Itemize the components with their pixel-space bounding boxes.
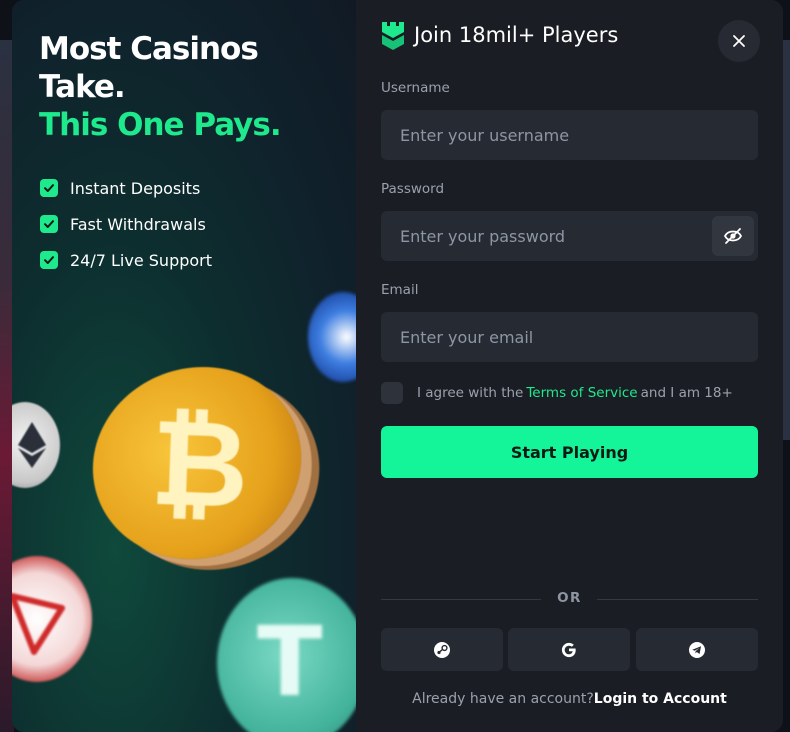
password-label: Password <box>381 181 445 197</box>
email-label: Email <box>381 282 419 298</box>
feature-item: Instant Deposits <box>40 170 212 206</box>
close-button[interactable] <box>718 20 760 62</box>
checkmark-icon <box>40 179 58 197</box>
or-divider: OR <box>381 590 758 608</box>
email-input[interactable] <box>381 312 758 362</box>
signup-header: Join 18mil+ Players <box>380 20 618 50</box>
password-input[interactable] <box>381 211 758 261</box>
agree-prefix: I agree with the <box>417 385 524 401</box>
feature-label: Fast Withdrawals <box>70 214 206 234</box>
headline-line-1: Most Casinos <box>39 31 259 67</box>
tether-symbol: T <box>257 606 323 718</box>
login-footer: Already have an account?Login to Account <box>356 691 783 707</box>
agree-suffix: and I am 18+ <box>640 385 733 401</box>
ethereum-coin-icon <box>12 402 60 488</box>
close-icon <box>733 35 745 47</box>
toggle-password-visibility-button[interactable] <box>712 216 754 256</box>
bitcoin-symbol: ₿ <box>148 393 251 536</box>
terms-of-service-link[interactable]: Terms of Service <box>526 385 637 401</box>
promo-panel: Most Casinos Take. This One Pays. Instan… <box>12 0 356 732</box>
feature-list: Instant Deposits Fast Withdrawals 24/7 L… <box>40 170 212 278</box>
username-label: Username <box>381 80 450 96</box>
headline-line-3: This One Pays. <box>39 107 282 143</box>
login-to-account-link[interactable]: Login to Account <box>594 691 727 707</box>
username-input[interactable] <box>381 110 758 160</box>
checkmark-icon <box>40 215 58 233</box>
google-icon <box>561 642 576 657</box>
eye-off-icon <box>723 228 743 244</box>
steam-icon <box>434 641 450 658</box>
feature-item: 24/7 Live Support <box>40 242 212 278</box>
tron-coin-icon <box>12 556 92 682</box>
steam-login-button[interactable] <box>381 628 503 671</box>
feature-label: 24/7 Live Support <box>70 250 213 270</box>
footer-question: Already have an account? <box>412 691 594 707</box>
signup-panel: Join 18mil+ Players Username Password Em… <box>356 0 783 732</box>
signup-title: Join 18mil+ Players <box>414 23 619 47</box>
divider-line-right <box>597 599 758 600</box>
checkmark-icon <box>40 251 58 269</box>
promo-headline: Most Casinos Take. This One Pays. <box>39 30 282 144</box>
usdc-coin-icon <box>308 292 356 382</box>
or-label: OR <box>557 590 582 606</box>
telegram-icon <box>689 641 705 658</box>
feature-item: Fast Withdrawals <box>40 206 212 242</box>
feature-label: Instant Deposits <box>70 178 201 198</box>
terms-checkbox[interactable] <box>381 382 403 404</box>
start-playing-button[interactable]: Start Playing <box>381 426 758 478</box>
bitcoin-coin-icon: ₿ <box>67 340 327 586</box>
google-login-button[interactable] <box>508 628 630 671</box>
signup-modal: Most Casinos Take. This One Pays. Instan… <box>12 0 783 732</box>
castle-logo-icon <box>382 22 404 50</box>
terms-agreement: I agree with the Terms of Service and I … <box>381 382 733 404</box>
tether-coin-icon: T <box>217 578 356 732</box>
telegram-login-button[interactable] <box>636 628 758 671</box>
headline-line-2: Take. <box>39 69 126 105</box>
